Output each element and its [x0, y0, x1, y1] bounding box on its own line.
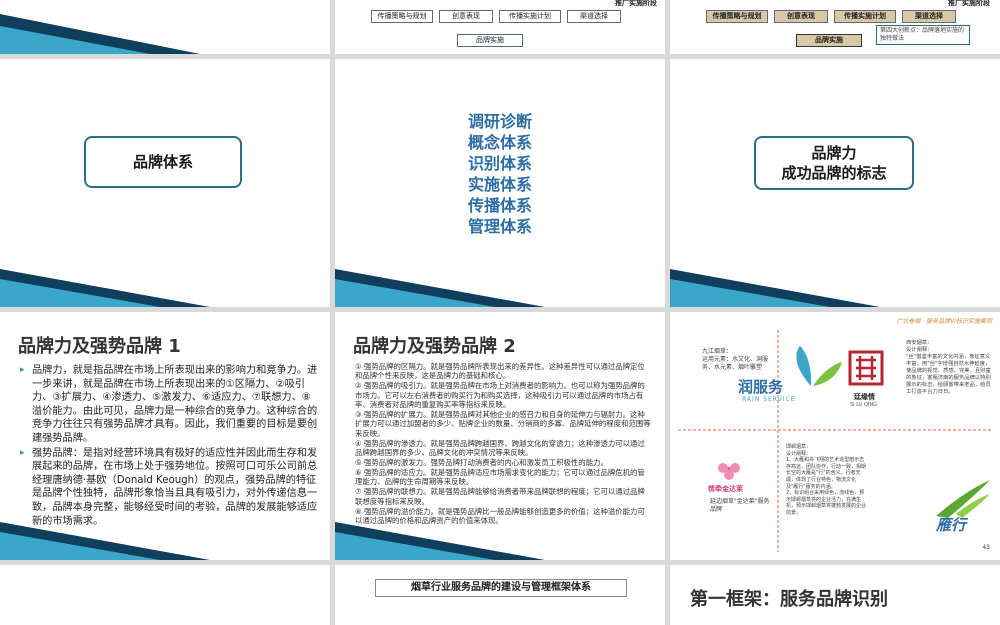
slide-thumbnail-3[interactable]: 推广实施阶段 传播策略与规划 创意表现 传播实施计划 渠道选择 品牌实施 第四大…	[670, 0, 1000, 54]
innovation-callout: 第四大创新点：品牌落地实施的独特做法	[876, 25, 970, 45]
logo2-caption: 西安烟草： 设计阐释： "丝"借鉴丰富的文化内涵，象征意义丰富；用"丝"字增强自…	[906, 340, 991, 395]
logo3-caption: 延边烟草"金达莱"服务品牌	[710, 498, 770, 513]
slide-thumbnail-2[interactable]: 推广实施阶段 传播策略与规划 创意表现 传播实施计划 渠道选择 品牌实施	[335, 0, 665, 54]
flow-box-2: 创意表现	[774, 10, 828, 23]
logo1-name: 润服务	[738, 378, 784, 396]
logo2-subtitle: SI LU QING	[850, 402, 878, 408]
flow-box-2: 创意表现	[439, 10, 493, 23]
slide-swoosh-decoration	[0, 269, 210, 307]
slide-thumbnail-1[interactable]	[0, 0, 330, 54]
flow-box-3: 传播实施计划	[834, 10, 896, 23]
bullet-item: 品牌力，就是指品牌在市场上所表现出来的影响力和竞争力。进一步来讲，就是品牌在市场…	[20, 364, 318, 446]
page-number: 43	[982, 544, 990, 551]
logo4-caption: 邯郸烟草： 设计阐释： 1、大雁和舟飞翔的艺术造型暗示志存高远，团队协作，行动一…	[786, 444, 867, 516]
logo3-name: 情牵金达莱	[708, 485, 743, 493]
slide-thumbnail-8[interactable]: 品牌力及强势品牌 2 ① 强势品牌的区隔力。就是强势品牌所表现出来的差异性。这种…	[335, 312, 665, 560]
slide-swoosh-decoration	[670, 269, 880, 307]
logo4-name: 雁行	[936, 516, 967, 534]
list-item: ④ 强势品牌的渗透力。就是强势品牌跨越国界、跨越文化的穿透力；这种渗透力可以通过…	[355, 438, 645, 458]
stage-label: 推广实施阶段	[948, 0, 990, 7]
list-item: ① 强势品牌的区隔力。就是强势品牌所表现出来的差异性。这种差异性可以通过品牌定位…	[355, 362, 645, 381]
slide-thumbnail-9[interactable]: 广北卷烟 · 服务品牌VI标识实施案例 九江烟草： 运用元素：水文化、洞服务、水…	[670, 312, 1000, 560]
bullet-list: 品牌力，就是指品牌在市场上所表现出来的影响力和竞争力。进一步来讲，就是品牌在市场…	[20, 364, 318, 529]
slide-title-line1: 品牌力	[811, 144, 857, 162]
slide-title: 品牌体系	[132, 153, 193, 171]
slide-thumbnail-10[interactable]	[0, 565, 330, 625]
slide-thumbnail-12[interactable]: 第一框架：服务品牌识别	[670, 565, 1000, 625]
flow-box-brand-implementation: 品牌实施	[457, 34, 523, 47]
slide-swoosh-decoration	[335, 522, 545, 560]
slide-heading: 品牌力及强势品牌 2	[353, 336, 516, 357]
slide-thumbnail-6[interactable]: 品牌力 成功品牌的标志	[670, 59, 1000, 307]
flow-box-4: 渠道选择	[902, 10, 956, 23]
stage-label: 推广实施阶段	[615, 0, 657, 7]
menu-item-concept: 概念体系	[467, 133, 532, 152]
slide-title-box: 品牌体系	[84, 136, 242, 188]
logo1-caption: 九江烟草： 运用元素：水文化、洞服务、水元素、烟叶雕塑	[702, 348, 769, 371]
slide-thumbnail-11[interactable]: 烟草行业服务品牌的建设与管理框架体系	[335, 565, 665, 625]
flow-box-1: 传播策略与规划	[706, 10, 768, 23]
framework-title: 烟草行业服务品牌的建设与管理框架体系	[375, 579, 627, 597]
slide-swoosh-decoration	[0, 14, 200, 54]
slide-title-box: 品牌力 成功品牌的标志	[754, 136, 914, 190]
butterfly-logo-icon	[796, 346, 842, 386]
slide-thumbnail-7[interactable]: 品牌力及强势品牌 1 品牌力，就是指品牌在市场上所表现出来的影响力和竞争力。进一…	[0, 312, 330, 560]
flower-logo-icon	[718, 463, 740, 480]
slide-swoosh-decoration	[0, 522, 210, 560]
flow-box-brand-implementation: 品牌实施	[796, 34, 862, 47]
list-item: ⑥ 强势品牌的适应力。就是强势品牌适应市场需求变化的能力；它可以通过品牌危机的管…	[355, 467, 645, 487]
menu-item-communication: 传播体系	[467, 196, 532, 215]
slide-title-line2: 成功品牌的标志	[781, 164, 887, 182]
menu-item-research: 调研诊断	[467, 112, 532, 131]
slide-thumbnail-4[interactable]: 品牌体系	[0, 59, 330, 307]
slide-swoosh-decoration	[335, 269, 545, 307]
bullet-item: 强势品牌：是指对经营环境具有极好的适应性并因此而生存和发展起来的品牌，在市场上处…	[20, 447, 318, 529]
brand-system-menu: 调研诊断 概念体系 识别体系 实施体系 传播体系 管理体系	[335, 111, 665, 237]
slide-heading: 第一框架：服务品牌识别	[690, 589, 888, 610]
flow-box-3: 传播实施计划	[499, 10, 561, 23]
logo2-name: 廷缘情	[854, 393, 875, 401]
slide-heading: 品牌力及强势品牌 1	[18, 336, 181, 357]
list-item: ② 强势品牌的吸引力。就是强势品牌在市场上对消费者的影响力。也可以称为强势品牌的…	[355, 381, 645, 410]
knot-logo-icon	[848, 350, 884, 386]
wild-goose-logo-icon	[936, 480, 990, 518]
menu-item-management: 管理体系	[467, 217, 532, 236]
flow-box-4: 渠道选择	[567, 10, 621, 23]
logo1-subtitle: RAIN SERVICE	[742, 396, 796, 403]
numbered-list: ① 强势品牌的区隔力。就是强势品牌所表现出来的差异性。这种差异性可以通过品牌定位…	[355, 362, 651, 526]
list-item: ③ 强势品牌的扩展力。就是强势品牌对其他企业的感召力和自身的延伸力与辐射力。这种…	[355, 410, 651, 438]
slide-thumbnail-5[interactable]: 调研诊断 概念体系 识别体系 实施体系 传播体系 管理体系	[335, 59, 665, 307]
menu-item-implementation: 实施体系	[467, 175, 532, 194]
list-item: ⑦ 强势品牌的联想力。就是强势品牌能够给消费者带来品牌联想的程度；它可以通过品牌…	[355, 487, 645, 506]
flow-box-1: 传播策略与规划	[371, 10, 433, 23]
list-item: ⑤ 强势品牌的激发力。强势品牌打动消费者的内心和激发员工积极性的能力。	[355, 458, 608, 468]
menu-item-identity: 识别体系	[467, 154, 532, 173]
